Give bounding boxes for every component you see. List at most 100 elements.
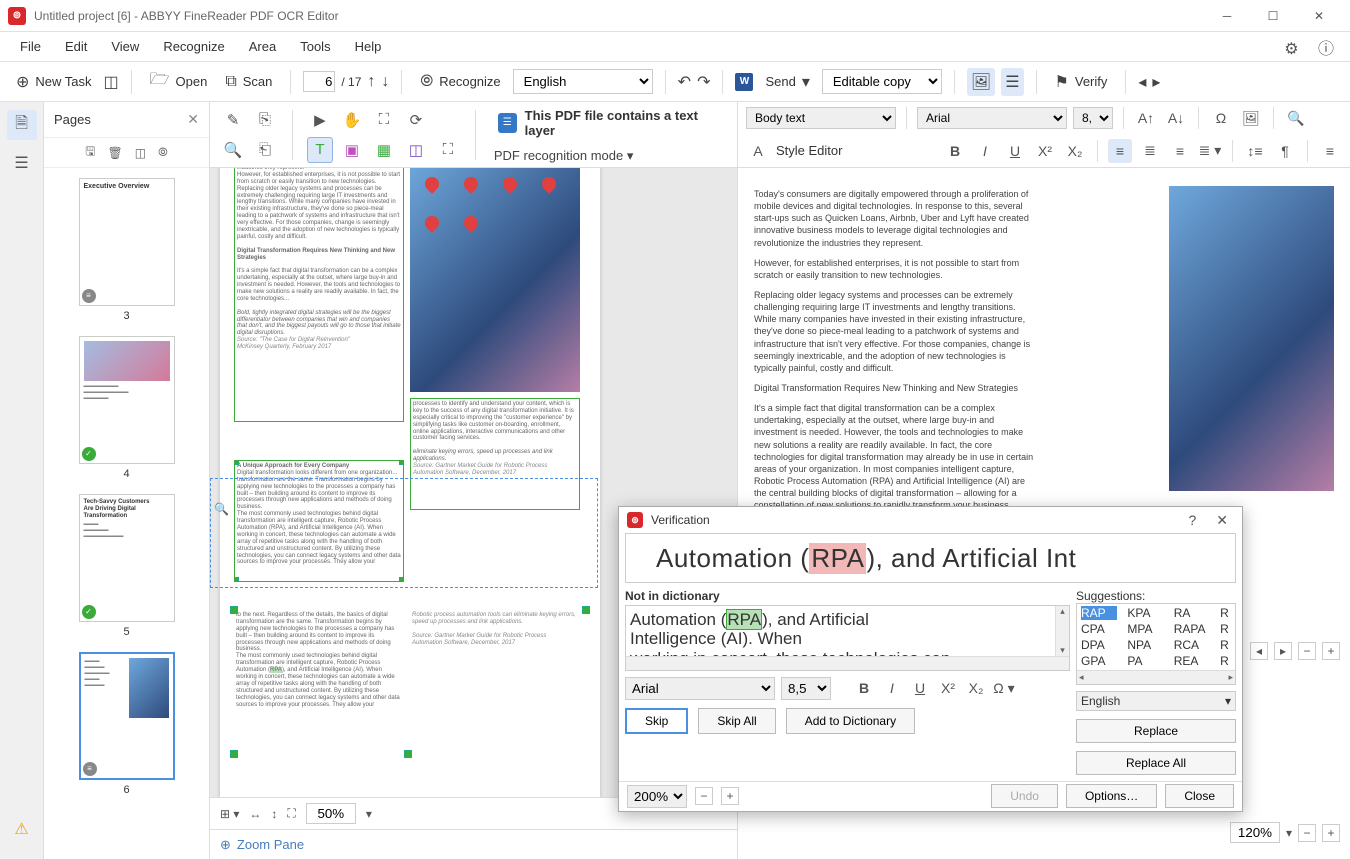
menu-tools[interactable]: Tools — [288, 35, 342, 58]
zoom-pane-toggle[interactable]: ⊕ Zoom Pane — [210, 829, 737, 859]
hand-tool-icon[interactable]: ✋ — [339, 107, 365, 133]
scan-button[interactable]: ⧉Scan — [219, 69, 278, 95]
suggestion-item[interactable]: CPA — [1081, 622, 1117, 636]
paste-area-icon[interactable]: ⎗ — [252, 137, 278, 163]
find-icon[interactable]: 🔍 — [220, 137, 246, 163]
redo-icon[interactable]: ↷ — [697, 72, 710, 92]
suggestions-hscroll[interactable]: ◂▸ — [1077, 670, 1235, 684]
next-mark-icon[interactable]: ▸ — [1152, 72, 1160, 92]
align-justify-icon[interactable]: ≣ ▾ — [1198, 139, 1222, 163]
verify-subscript-icon[interactable]: X₂ — [965, 680, 987, 696]
page-down-icon[interactable]: ↓ — [381, 73, 389, 91]
verify-zoom-in-icon[interactable]: + — [721, 787, 739, 805]
underline-icon[interactable]: U — [1003, 139, 1027, 163]
help-icon[interactable]: ⓘ — [1310, 41, 1342, 58]
verify-underline-icon[interactable]: U — [909, 680, 931, 696]
close-pages-panel-icon[interactable]: ✕ — [187, 111, 199, 128]
verification-close-icon[interactable]: ✕ — [1210, 512, 1234, 529]
fit-page-icon[interactable]: ↕ — [271, 807, 277, 821]
send-button[interactable]: Send▾ — [759, 68, 815, 96]
thumbnail-page-3[interactable]: Executive Overview≡ 3 — [44, 178, 209, 322]
delete-page-icon[interactable]: 🗑 — [108, 146, 123, 160]
suggestion-item[interactable]: RCA — [1174, 638, 1210, 652]
deskew-tool-icon[interactable]: ⟳ — [403, 107, 429, 133]
settings-icon[interactable]: ⚙ — [1276, 41, 1306, 58]
verify-size-select[interactable]: 8,5 — [781, 677, 831, 700]
menu-view[interactable]: View — [99, 35, 151, 58]
menu-area[interactable]: Area — [237, 35, 288, 58]
verify-zoom-select[interactable]: 200% — [627, 785, 687, 808]
editbox-vscroll[interactable]: ▴▾ — [1055, 606, 1069, 656]
ruler-icon[interactable]: ⊞ ▾ — [220, 807, 239, 821]
menu-recognize[interactable]: Recognize — [151, 35, 236, 58]
language-select[interactable]: English — [513, 69, 653, 94]
add-to-dictionary-button[interactable]: Add to Dictionary — [786, 708, 915, 734]
verify-zoom-out-icon[interactable]: − — [695, 787, 713, 805]
select-all-tool-icon[interactable]: ◫ — [403, 137, 429, 163]
suggestion-item[interactable]: DPA — [1081, 638, 1117, 652]
paragraph-style-select[interactable]: Body text — [746, 107, 896, 129]
maximize-button[interactable]: ☐ — [1250, 0, 1296, 32]
suggestion-item[interactable]: MPA — [1127, 622, 1163, 636]
text-zoom-in-icon[interactable]: + — [1322, 824, 1340, 842]
pointer-tool-icon[interactable]: ▶ — [307, 107, 333, 133]
suggestion-item[interactable]: RAP — [1081, 606, 1117, 620]
suggestion-item[interactable]: R — [1220, 654, 1231, 668]
undo-icon[interactable]: ↶ — [678, 72, 691, 92]
align-right-icon[interactable]: ≡ — [1168, 139, 1192, 163]
italic-icon[interactable]: I — [973, 139, 997, 163]
suggestions-list[interactable]: RAP KPA RA R CPA MPA RAPA R DPA NPA RCA … — [1076, 603, 1236, 685]
verify-language-select[interactable]: English▾ — [1076, 691, 1236, 711]
font-size-select[interactable]: 8,5 — [1073, 107, 1113, 129]
copy-area-icon[interactable]: ⎘ — [252, 107, 278, 133]
style-editor-label[interactable]: Style Editor — [776, 143, 842, 158]
subscript-icon[interactable]: X₂ — [1063, 139, 1087, 163]
verify-italic-icon[interactable]: I — [881, 680, 903, 696]
tabs-back-icon[interactable]: ◂ — [1250, 642, 1268, 660]
suggestion-item[interactable]: PA — [1127, 654, 1163, 668]
warning-icon[interactable]: ⚠ — [14, 819, 28, 839]
picture-insert-icon[interactable]: 🖼 — [1239, 106, 1263, 130]
options-button[interactable]: Options… — [1066, 784, 1157, 808]
fit-width-icon[interactable]: ↔ — [249, 807, 261, 821]
thumbnail-page-5[interactable]: Tech-Savvy CustomersAre Driving DigitalT… — [44, 494, 209, 638]
view-mode-image-icon[interactable]: 🖼 — [967, 68, 995, 96]
font-family-select[interactable]: Arial — [917, 107, 1067, 129]
pdf-recognition-mode-dropdown[interactable]: PDF recognition mode ▾ — [490, 146, 727, 166]
suggestion-item[interactable]: R — [1220, 638, 1231, 652]
frame-tool-icon[interactable]: ⛶ — [435, 137, 461, 163]
suggestion-item[interactable]: KPA — [1127, 606, 1163, 620]
thumbnail-page-4[interactable]: ▬▬▬▬▬▬▬▬▬▬▬▬▬▬▬▬▬▬▬▬▬✓ 4 — [44, 336, 209, 480]
suggestion-item[interactable]: REA — [1174, 654, 1210, 668]
replace-all-button[interactable]: Replace All — [1076, 751, 1236, 775]
menu-edit[interactable]: Edit — [53, 35, 99, 58]
paragraph-icon[interactable]: ¶ — [1273, 139, 1297, 163]
replace-button[interactable]: Replace — [1076, 719, 1236, 743]
suggestion-item[interactable]: NPA — [1127, 638, 1163, 652]
decrease-font-icon[interactable]: A↓ — [1164, 106, 1188, 130]
minimize-button[interactable]: ─ — [1204, 0, 1250, 32]
tabs-forward-icon[interactable]: ▸ — [1274, 642, 1292, 660]
menu-file[interactable]: File — [8, 35, 53, 58]
close-verification-button[interactable]: Close — [1165, 784, 1234, 808]
superscript-icon[interactable]: X² — [1033, 139, 1057, 163]
save-pages-icon[interactable]: 🖫 — [85, 142, 95, 163]
style-editor-icon[interactable]: A — [746, 139, 770, 163]
suggestion-item[interactable]: RAPA — [1174, 622, 1210, 636]
verification-help-icon[interactable]: ? — [1182, 512, 1202, 528]
editbox-hscroll[interactable] — [626, 656, 1069, 670]
new-task-button[interactable]: ⊕New Task — [10, 68, 98, 96]
analyze-page-icon[interactable]: ◫ — [135, 146, 146, 160]
page-number-input[interactable] — [303, 71, 335, 92]
more-formatting-icon[interactable]: ≡ — [1318, 139, 1342, 163]
bold-icon[interactable]: B — [943, 139, 967, 163]
actual-size-icon[interactable]: ⛶ — [287, 806, 295, 821]
close-window-button[interactable]: ✕ — [1296, 0, 1342, 32]
verify-button[interactable]: ⚑Verify — [1049, 68, 1114, 96]
text-area-tool-icon[interactable]: T — [307, 137, 333, 163]
verify-superscript-icon[interactable]: X² — [937, 680, 959, 696]
verify-font-select[interactable]: Arial — [625, 677, 775, 700]
recognize-page-icon[interactable]: ⦾ — [158, 145, 168, 160]
increase-font-icon[interactable]: A↑ — [1134, 106, 1158, 130]
menu-help[interactable]: Help — [343, 35, 394, 58]
